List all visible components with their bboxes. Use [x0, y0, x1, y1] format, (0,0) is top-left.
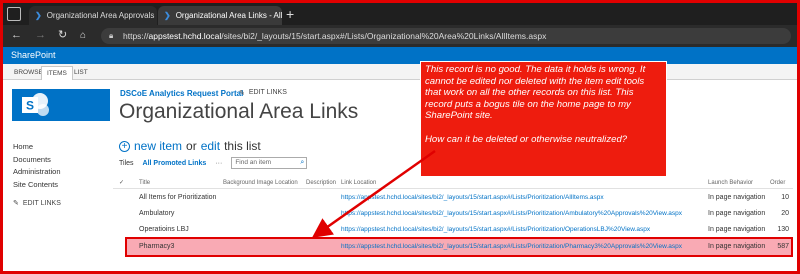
tab-label: Organizational Area Approvals L...	[46, 11, 157, 20]
nav-item-home[interactable]: Home	[13, 141, 61, 154]
callout-text-2: How can it be deleted or otherwise neutr…	[425, 133, 628, 145]
row-launch: In page navigation	[708, 210, 766, 217]
ribbon: BROWSE ITEMS LIST	[3, 64, 797, 80]
url-path: /sites/bi2/_layouts/15/start.aspx#/Lists…	[221, 31, 547, 41]
lock-icon: 🔒︎	[109, 31, 114, 40]
url-input[interactable]: 🔒︎ https://appstest.hchd.local/sites/bi2/…	[101, 28, 791, 44]
search-input[interactable]: Find an item ⌕	[231, 157, 308, 169]
edit-links-top[interactable]: ✎ EDIT LINKS	[239, 89, 287, 97]
portal-link[interactable]: DSCoE Analytics Request Portal	[120, 89, 243, 98]
edit-links-label: EDIT LINKS	[248, 89, 287, 96]
search-icon[interactable]: ⌕	[300, 158, 304, 168]
row-launch: In page navigation	[708, 194, 766, 201]
sharepoint-favicon-icon: ❯	[35, 11, 42, 20]
svg-text:S: S	[26, 99, 34, 113]
column-background-image[interactable]: Background Image Location	[223, 180, 298, 186]
row-launch: In page navigation	[708, 243, 766, 250]
new-item-bar: + new item or edit this list	[119, 139, 261, 153]
this-list-text: this list	[224, 139, 261, 153]
callout-text-1: This record is no good. The data it hold…	[425, 64, 646, 122]
address-bar: ← → ↻ ⌂ 🔒︎ https://appstest.hchd.local/si…	[3, 25, 797, 47]
sharepoint-suite-bar: SharePoint	[3, 47, 797, 64]
browser-tab-approvals[interactable]: ❯ Organizational Area Approvals L... ✕	[29, 6, 157, 25]
sharepoint-brand[interactable]: SharePoint	[11, 50, 56, 60]
row-order: 20	[781, 210, 789, 217]
url-host: appstest.hchd.local	[148, 31, 222, 41]
back-arrow-icon[interactable]: ←	[11, 29, 22, 42]
table-row[interactable]: Ambulatory https://appstest.hchd.local/s…	[113, 206, 793, 222]
nav-item-documents[interactable]: Documents	[13, 154, 61, 167]
view-tiles[interactable]: Tiles	[119, 160, 134, 167]
row-link[interactable]: https://appstest.hchd.local/sites/bi2/_l…	[341, 239, 682, 255]
more-views-icon[interactable]: ···	[215, 160, 222, 167]
new-item-link[interactable]: new item	[134, 139, 182, 153]
reload-icon[interactable]: ↻	[58, 29, 67, 42]
pencil-icon: ✎	[13, 200, 19, 207]
new-tab-icon[interactable]: +	[286, 6, 294, 22]
column-order[interactable]: Order	[770, 180, 785, 186]
home-icon[interactable]: ⌂	[80, 29, 86, 42]
view-all-promoted-links[interactable]: All Promoted Links	[143, 160, 207, 167]
edit-list-link[interactable]: edit	[201, 139, 220, 153]
row-link[interactable]: https://appstest.hchd.local/sites/bi2/_l…	[341, 222, 650, 238]
row-title[interactable]: Pharmacy3	[139, 239, 174, 255]
view-selector: Tiles All Promoted Links ··· Find an ite…	[119, 157, 308, 169]
site-logo[interactable]: S	[12, 89, 110, 121]
edit-links-nav[interactable]: ✎ EDIT LINKS	[13, 198, 61, 211]
column-description[interactable]: Description	[306, 180, 336, 186]
nav-item-administration[interactable]: Administration	[13, 166, 61, 179]
url-prefix: https://	[123, 31, 149, 41]
table-row[interactable]: Operatioins LBJ https://appstest.hchd.lo…	[113, 222, 793, 238]
sharepoint-favicon-icon: ❯	[164, 11, 171, 20]
browser-tab-links[interactable]: ❯ Organizational Area Links - All I... ✕	[158, 6, 282, 25]
table-header: ✓ Title Background Image Location Descri…	[113, 177, 793, 189]
table-row-highlighted[interactable]: Pharmacy3 https://appstest.hchd.local/si…	[125, 237, 793, 257]
edit-links-label: EDIT LINKS	[22, 200, 61, 207]
row-link[interactable]: https://appstest.hchd.local/sites/bi2/_l…	[341, 206, 682, 222]
column-title[interactable]: Title	[139, 180, 150, 186]
row-order: 130	[777, 226, 789, 233]
annotation-callout: This record is no good. The data it hold…	[420, 61, 667, 177]
row-title[interactable]: Operatioins LBJ	[139, 222, 189, 238]
pencil-icon: ✎	[239, 90, 245, 97]
table-row[interactable]: All Items for Prioritization https://app…	[113, 190, 793, 206]
search-placeholder: Find an item	[235, 159, 272, 166]
column-launch-behavior[interactable]: Launch Behavior	[708, 180, 753, 186]
row-title[interactable]: Ambulatory	[139, 206, 174, 222]
row-order: 10	[781, 194, 789, 201]
page-title: Organizational Area Links	[119, 100, 359, 123]
row-order: 587	[777, 243, 789, 250]
tab-label: Organizational Area Links - All I...	[175, 11, 282, 20]
nav-item-site-contents[interactable]: Site Contents	[13, 179, 61, 192]
add-icon[interactable]: +	[119, 140, 130, 152]
row-link[interactable]: https://appstest.hchd.local/sites/bi2/_l…	[341, 190, 604, 206]
or-text: or	[186, 139, 197, 153]
ribbon-tab-list[interactable]: LIST	[69, 66, 93, 80]
screenshot-frame: ❯ Organizational Area Approvals L... ✕ ❯…	[0, 0, 800, 274]
sharepoint-logo-icon: S	[22, 93, 49, 116]
row-title[interactable]: All Items for Prioritization	[139, 190, 216, 206]
column-link-location[interactable]: Link Location	[341, 180, 376, 186]
select-all-check-icon[interactable]: ✓	[119, 179, 124, 186]
row-launch: In page navigation	[708, 226, 766, 233]
left-nav: Home Documents Administration Site Conte…	[13, 141, 61, 211]
window-menu-icon[interactable]	[7, 7, 21, 21]
forward-arrow-icon[interactable]: →	[35, 29, 46, 42]
browser-tab-strip: ❯ Organizational Area Approvals L... ✕ ❯…	[3, 3, 797, 25]
